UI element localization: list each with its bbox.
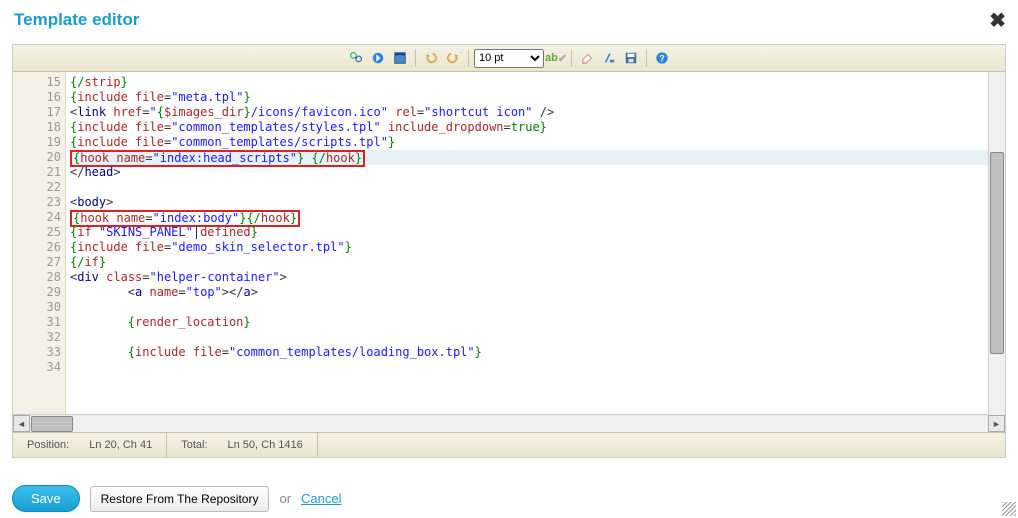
status-position-label: Position: — [27, 439, 69, 451]
restore-button[interactable]: Restore From The Repository — [90, 486, 270, 512]
dialog-title: Template editor — [14, 10, 139, 29]
editor-statusbar: Position: Ln 20, Ch 41 Total: Ln 50, Ch … — [13, 432, 1005, 457]
scroll-thumb[interactable] — [990, 152, 1004, 354]
line-gutter: 1516171819202122232425262728293031323334 — [13, 72, 66, 414]
status-total: Total: Ln 50, Ch 1416 — [167, 433, 318, 457]
go-icon[interactable] — [368, 48, 388, 68]
fullscreen-icon[interactable] — [390, 48, 410, 68]
toolbar-separator — [571, 49, 572, 67]
toolbar-separator — [646, 49, 647, 67]
find-icon[interactable] — [346, 48, 366, 68]
code-area[interactable]: 1516171819202122232425262728293031323334… — [13, 72, 1005, 414]
status-position-value: Ln 20, Ch 41 — [89, 439, 152, 451]
status-position: Position: Ln 20, Ch 41 — [13, 433, 167, 457]
highlight-icon[interactable]: ab✔ — [546, 48, 566, 68]
dialog-footer: Save Restore From The Repository or Canc… — [0, 485, 1018, 512]
horizontal-scrollbar[interactable]: ◄ ► — [13, 414, 1005, 432]
redo-icon[interactable] — [443, 48, 463, 68]
help-icon[interactable]: ? — [652, 48, 672, 68]
format-icon[interactable] — [599, 48, 619, 68]
editor-toolbar: 10 pt ab✔ ? — [13, 45, 1005, 72]
vertical-scrollbar[interactable] — [988, 72, 1005, 415]
scroll-right-arrow-icon[interactable]: ► — [988, 415, 1005, 432]
save-tool-icon[interactable] — [621, 48, 641, 68]
template-editor-dialog: Template editor ✖ 10 pt ab✔ ? 1516171819… — [0, 0, 1018, 518]
editor-frame: 10 pt ab✔ ? 1516171819202122232425262728… — [12, 44, 1006, 458]
svg-text:?: ? — [659, 54, 664, 64]
status-total-label: Total: — [181, 439, 207, 451]
undo-icon[interactable] — [421, 48, 441, 68]
scroll-left-arrow-icon[interactable]: ◄ — [13, 415, 30, 432]
close-icon[interactable]: ✖ — [989, 8, 1006, 33]
scroll-thumb[interactable] — [31, 416, 73, 432]
resize-grip-icon[interactable] — [1002, 502, 1016, 516]
cancel-link[interactable]: Cancel — [301, 491, 341, 506]
code-content[interactable]: {/strip}{include file="meta.tpl"}<link h… — [66, 72, 1005, 414]
eraser-icon[interactable] — [577, 48, 597, 68]
save-button[interactable]: Save — [12, 485, 80, 512]
toolbar-separator — [415, 49, 416, 67]
status-total-value: Ln 50, Ch 1416 — [228, 439, 303, 451]
toolbar-separator — [468, 49, 469, 67]
or-text: or — [279, 491, 291, 506]
dialog-header: Template editor — [0, 0, 1018, 36]
font-size-select[interactable]: 10 pt — [474, 49, 544, 68]
